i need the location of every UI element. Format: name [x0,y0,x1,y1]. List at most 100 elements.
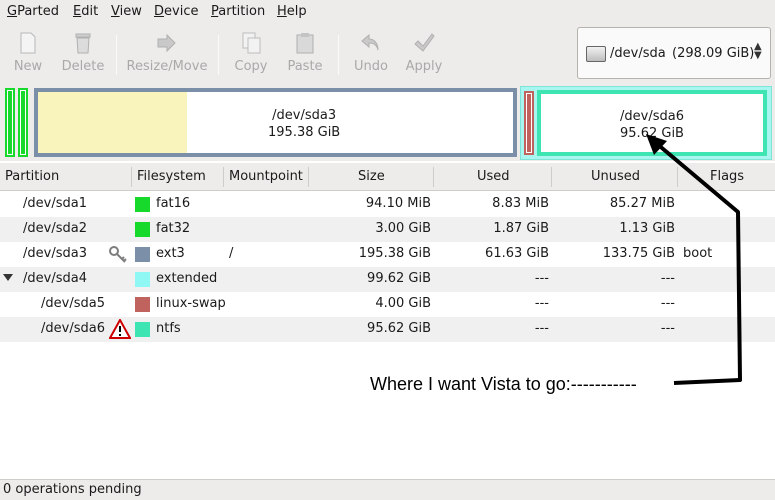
status-text: 0 operations pending [3,482,142,497]
menu-help[interactable]: Help [277,4,307,19]
cell-size: 99.62 GiB [367,271,431,286]
cell-unused: --- [660,321,675,336]
cell-filesystem: extended [156,271,218,286]
cell-size: 195.38 GiB [358,246,431,261]
partition-table: Partition Filesystem Mountpoint Size Use… [0,163,775,478]
cell-size: 4.00 GiB [375,296,431,311]
toolbar-separator [116,35,117,75]
cell-unused: 85.27 MiB [609,196,675,211]
column-header-flags[interactable]: Flags [710,169,744,184]
warning-icon [109,319,131,339]
used-space-fill [38,92,187,153]
paste-label: Paste [287,59,323,74]
fs-color-swatch [135,322,150,337]
device-selector[interactable]: /dev/sda (298.09 GiB) ▲ ▼ [577,27,771,79]
menu-view[interactable]: View [111,4,142,19]
table-row[interactable]: /dev/sda4 extended 99.62 GiB --- --- [0,267,775,292]
apply-label: Apply [405,59,443,74]
fs-color-swatch [135,222,150,237]
copy-icon [242,32,261,54]
fs-color-swatch [135,247,150,262]
column-header-used[interactable]: Used [477,169,510,184]
column-header-filesystem[interactable]: Filesystem [137,169,206,184]
toolbar-separator [338,35,339,75]
table-row[interactable]: /dev/sda1 fat16 94.10 MiB 8.83 MiB 85.27… [0,192,775,217]
table-row[interactable]: /dev/sda6 ntfs 95.62 GiB --- --- [0,317,775,342]
key-icon [109,246,127,263]
partition-block-sda5[interactable] [524,91,534,155]
cell-unused: 1.13 GiB [619,221,675,236]
column-header-partition[interactable]: Partition [5,169,59,184]
partition-block-sda2[interactable] [18,88,28,157]
device-size: (298.09 GiB) [672,46,755,61]
undo-button[interactable]: Undo [350,29,392,77]
menu-bar: GParted Edit View Device Partition Help [0,0,775,25]
copy-button[interactable]: Copy [230,29,272,77]
apply-button[interactable]: Apply [403,29,445,77]
column-header-mountpoint[interactable]: Mountpoint [229,169,303,184]
cell-filesystem: fat32 [156,221,191,236]
cell-size: 95.62 GiB [367,321,431,336]
cell-used: --- [534,271,549,286]
table-row[interactable]: /dev/sda5 linux-swap 4.00 GiB --- --- [0,292,775,317]
cell-partition: /dev/sda4 [23,271,87,286]
cell-size: 94.10 MiB [365,196,431,211]
column-header-unused[interactable]: Unused [591,169,640,184]
fs-color-swatch [135,297,150,312]
sda3-block-size: 195.38 GiB [268,125,341,140]
undo-icon [361,33,379,51]
cell-used: --- [534,321,549,336]
delete-label: Delete [61,59,105,74]
menu-device[interactable]: Device [154,4,198,19]
column-header-size[interactable]: Size [358,169,385,184]
cell-size: 3.00 GiB [375,221,431,236]
cell-mountpoint: / [229,246,234,261]
fs-color-swatch [135,272,150,287]
resize-move-icon [157,33,176,53]
combo-arrows-icon: ▲ ▼ [754,41,762,61]
resize-move-button[interactable]: Resize/Move [124,29,210,77]
cell-unused: --- [660,296,675,311]
menu-edit[interactable]: Edit [73,4,98,19]
cell-used: --- [534,296,549,311]
sda6-block-name: /dev/sda6 [620,109,684,124]
cell-used: 8.83 MiB [492,196,549,211]
cell-partition: /dev/sda5 [41,296,105,311]
cell-partition: /dev/sda1 [23,196,87,211]
partition-block-sda6[interactable]: /dev/sda6 95.62 GiB [537,90,767,156]
table-header: Partition Filesystem Mountpoint Size Use… [0,163,775,191]
new-icon [20,32,36,54]
menu-gparted[interactable]: GParted [7,4,59,19]
harddisk-icon [586,46,606,62]
copy-label: Copy [234,59,268,74]
delete-icon [75,33,91,54]
status-bar: 0 operations pending [0,479,775,500]
delete-button[interactable]: Delete [58,29,108,77]
resize-move-label: Resize/Move [126,59,208,74]
toolbar-separator [218,35,219,75]
cell-used: 1.87 GiB [493,221,549,236]
cell-partition: /dev/sda6 [41,321,105,336]
cell-filesystem: linux-swap [156,296,226,311]
cell-filesystem: ntfs [156,321,181,336]
cell-partition: /dev/sda3 [23,246,87,261]
undo-label: Undo [354,59,388,74]
cell-partition: /dev/sda2 [23,221,87,236]
cell-flags: boot [683,246,713,261]
cell-filesystem: fat16 [156,196,191,211]
annotation-text: Where I want Vista to go:----------- [370,374,637,394]
apply-icon [414,33,435,52]
new-button[interactable]: New [8,29,48,77]
table-row[interactable]: /dev/sda3 ext3 / 195.38 GiB 61.63 GiB 13… [0,242,775,267]
paste-icon [296,33,314,54]
new-label: New [13,59,43,74]
expander-arrow-icon[interactable] [3,274,13,281]
table-row[interactable]: /dev/sda2 fat32 3.00 GiB 1.87 GiB 1.13 G… [0,217,775,242]
menu-partition[interactable]: Partition [211,4,265,19]
paste-button[interactable]: Paste [283,29,327,77]
sda3-block-name: /dev/sda3 [272,108,337,123]
sda6-block-size: 95.62 GiB [620,126,684,141]
fs-color-swatch [135,197,150,212]
partition-block-sda1[interactable] [5,88,15,157]
partition-block-sda3[interactable]: /dev/sda3 195.38 GiB [34,88,517,157]
